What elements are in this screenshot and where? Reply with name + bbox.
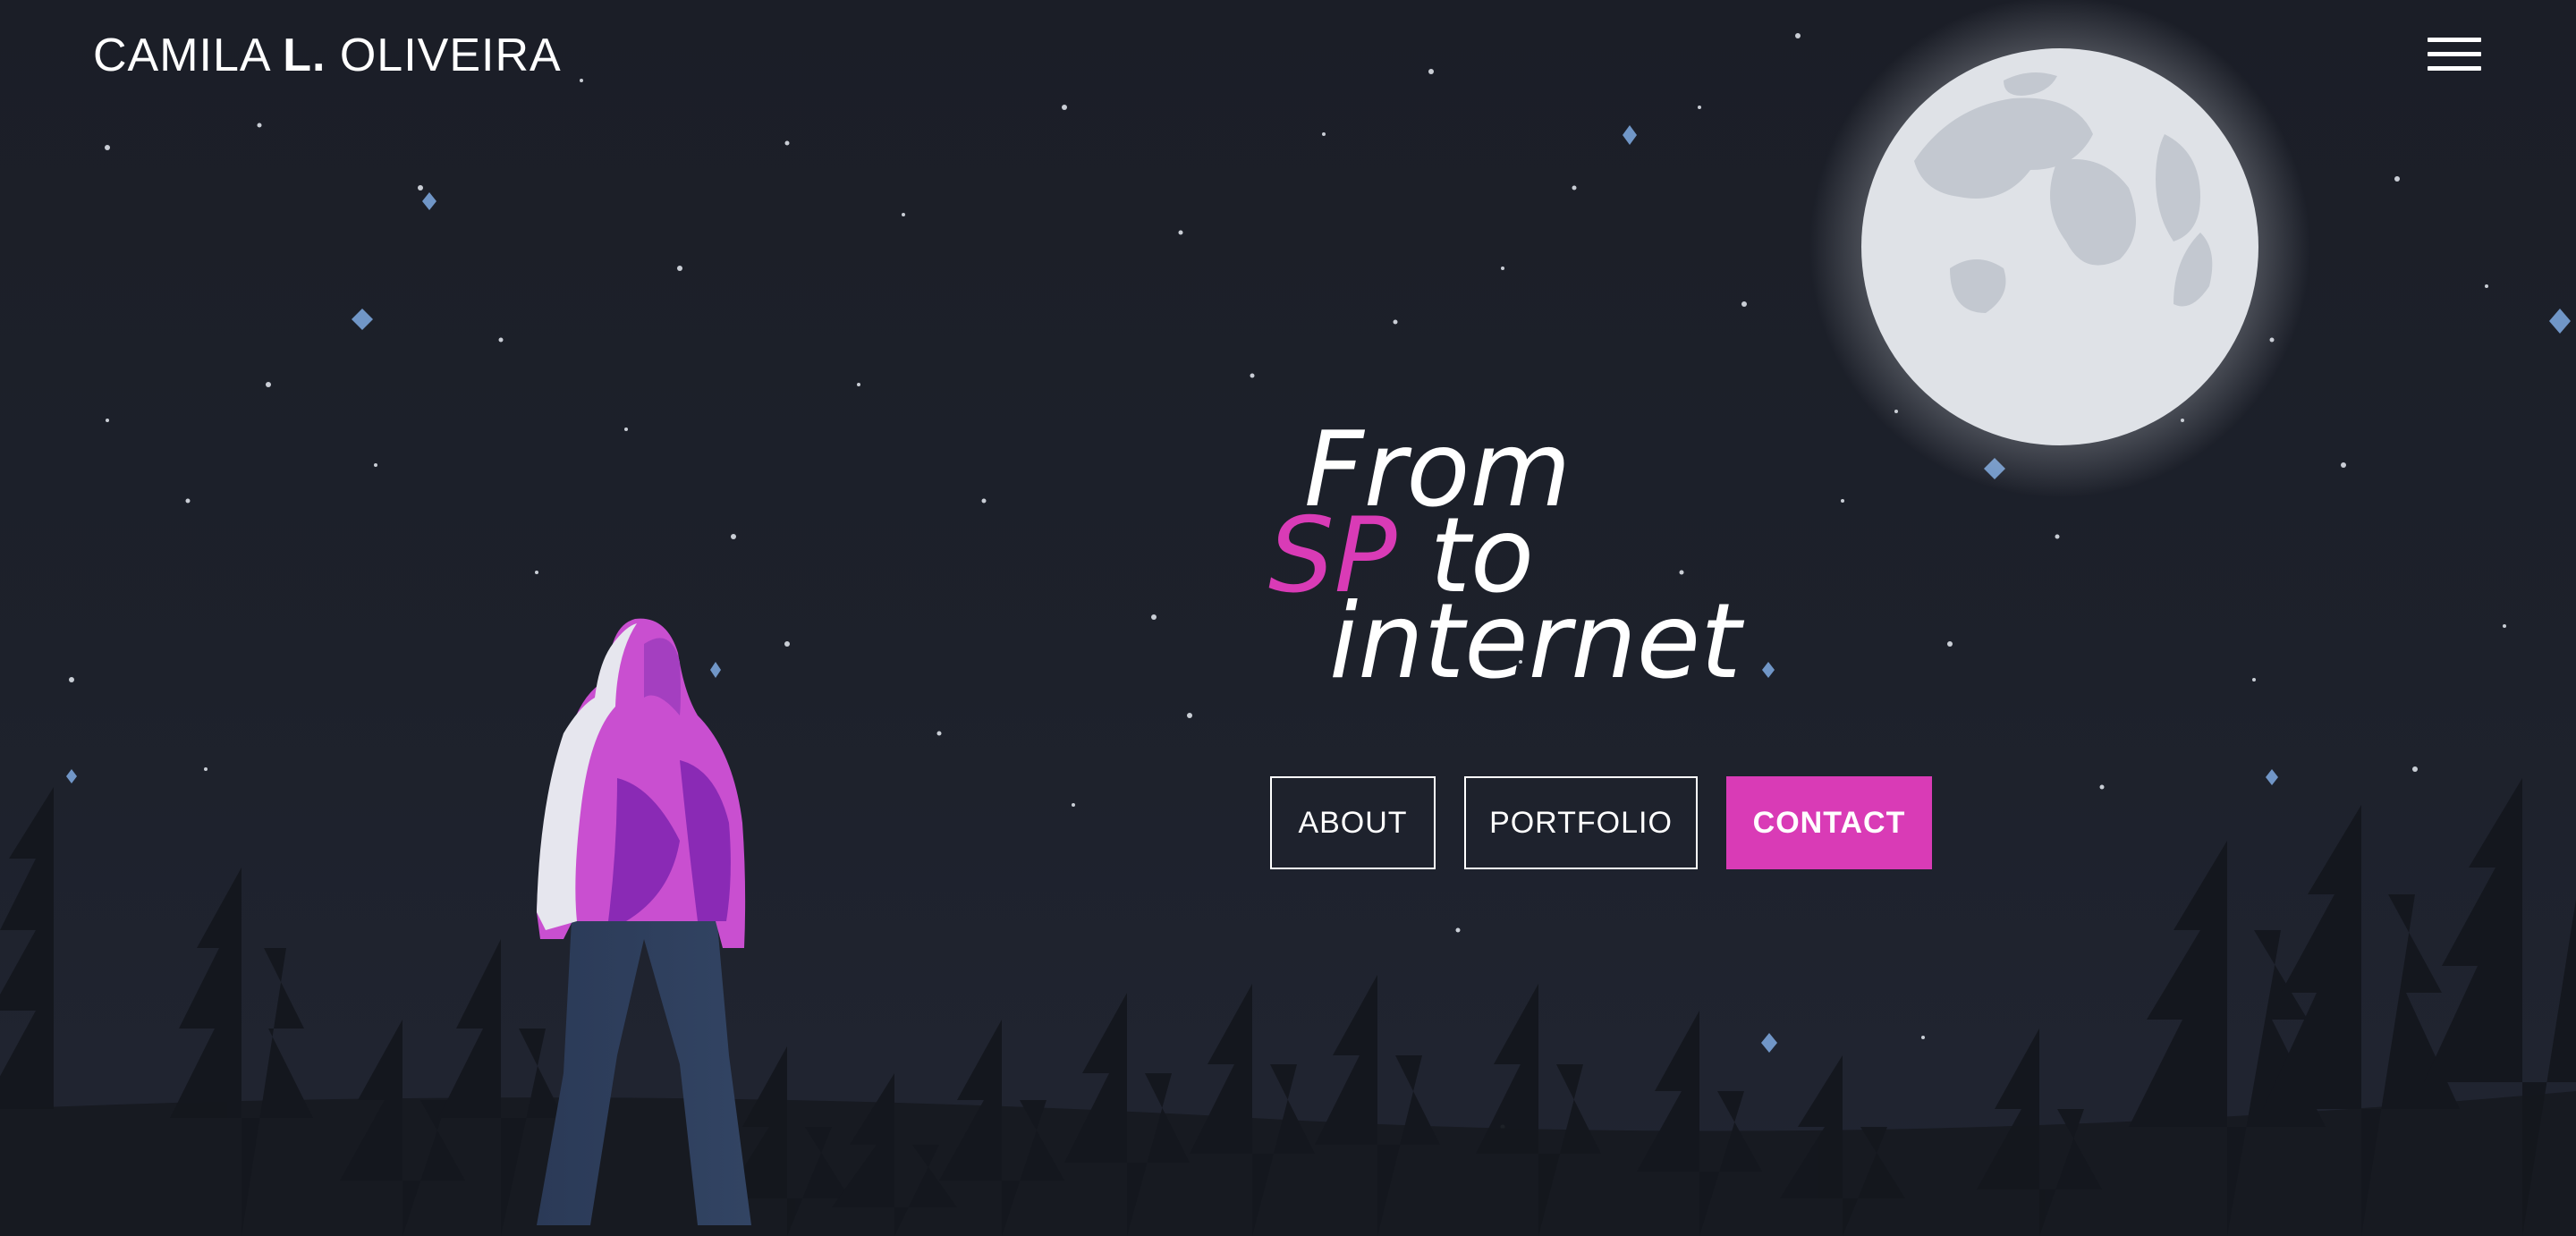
logo-last-name: OLIVEIRA bbox=[339, 30, 562, 81]
site-logo[interactable]: CAMILA L. OLIVEIRA bbox=[93, 27, 562, 84]
menu-bar bbox=[2428, 66, 2481, 71]
menu-bar bbox=[2428, 52, 2481, 56]
menu-bar bbox=[2428, 38, 2481, 42]
headline-line-3: internet bbox=[1329, 581, 1741, 702]
contact-button[interactable]: CONTACT bbox=[1726, 776, 1932, 869]
hamburger-menu-icon[interactable] bbox=[2426, 34, 2483, 77]
logo-first-name: CAMILA bbox=[93, 30, 269, 81]
hero-section: CAMILA L. OLIVEIRA From SP to internet A… bbox=[0, 0, 2576, 1236]
about-button[interactable]: ABOUT bbox=[1270, 776, 1436, 869]
hero-headline: From SP to internet bbox=[1268, 419, 1741, 702]
portfolio-button[interactable]: PORTFOLIO bbox=[1464, 776, 1698, 869]
logo-initial: L. bbox=[283, 30, 326, 81]
moon-illustration bbox=[1809, 0, 2310, 497]
